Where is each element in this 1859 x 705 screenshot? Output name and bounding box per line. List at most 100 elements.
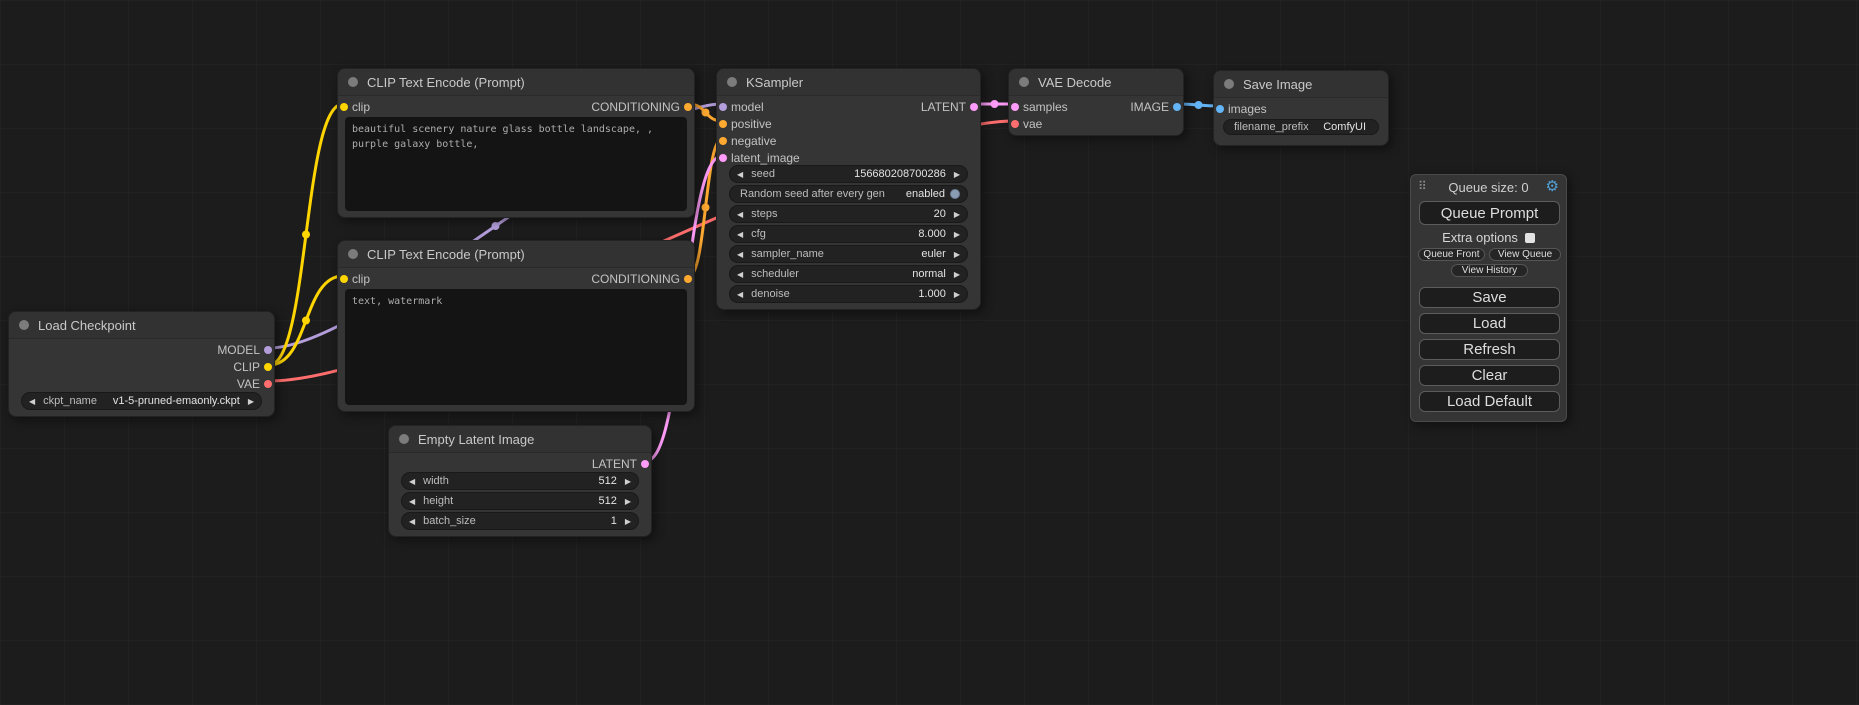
- increment-arrow-icon[interactable]: ▶: [625, 477, 631, 486]
- decrement-arrow-icon[interactable]: ◀: [737, 210, 743, 219]
- queue-front-button[interactable]: Queue Front: [1418, 248, 1485, 261]
- increment-arrow-icon[interactable]: ▶: [954, 270, 960, 279]
- refresh-button[interactable]: Refresh: [1419, 339, 1560, 360]
- widget-cfg[interactable]: ◀ cfg 8.000 ▶: [729, 225, 968, 243]
- node-clip-text-encode-negative[interactable]: CLIP Text Encode (Prompt) clip CONDITION…: [337, 240, 695, 412]
- output-dot-conditioning[interactable]: [684, 103, 692, 111]
- widget-sampler-name[interactable]: ◀ sampler_name euler ▶: [729, 245, 968, 263]
- view-history-button[interactable]: View History: [1451, 264, 1528, 277]
- widget-ckpt-name[interactable]: ◀ ckpt_name v1-5-pruned-emaonly.ckpt ▶: [21, 392, 262, 410]
- node-title-bar[interactable]: Load Checkpoint: [9, 312, 274, 339]
- output-dot-clip[interactable]: [264, 363, 272, 371]
- output-dot-latent[interactable]: [641, 460, 649, 468]
- widget-width[interactable]: ◀ width 512 ▶: [401, 472, 639, 490]
- input-dot-positive[interactable]: [719, 120, 727, 128]
- widget-filename-prefix[interactable]: filename_prefix ComfyUI: [1223, 119, 1379, 135]
- widget-label: filename_prefix: [1234, 121, 1309, 133]
- widget-value: 156680208700286: [854, 168, 946, 180]
- collapse-dot-icon[interactable]: [1224, 79, 1234, 89]
- slot-row: samples IMAGE: [1009, 98, 1183, 115]
- increment-arrow-icon[interactable]: ▶: [625, 517, 631, 526]
- widget-steps[interactable]: ◀ steps 20 ▶: [729, 205, 968, 223]
- input-dot-clip[interactable]: [340, 275, 348, 283]
- clear-button[interactable]: Clear: [1419, 365, 1560, 386]
- drag-handle-icon[interactable]: ⠿: [1418, 179, 1427, 193]
- decrement-arrow-icon[interactable]: ◀: [409, 477, 415, 486]
- collapse-dot-icon[interactable]: [348, 249, 358, 259]
- load-button[interactable]: Load: [1419, 313, 1560, 334]
- node-title-bar[interactable]: CLIP Text Encode (Prompt): [338, 241, 694, 268]
- node-title-bar[interactable]: KSampler: [717, 69, 980, 96]
- input-dot-model[interactable]: [719, 103, 727, 111]
- decrement-arrow-icon[interactable]: ◀: [29, 397, 35, 406]
- increment-arrow-icon[interactable]: ▶: [954, 230, 960, 239]
- collapse-dot-icon[interactable]: [727, 77, 737, 87]
- decrement-arrow-icon[interactable]: ◀: [737, 290, 743, 299]
- input-dot-negative[interactable]: [719, 137, 727, 145]
- widget-value: 8.000: [918, 228, 946, 240]
- load-default-button[interactable]: Load Default: [1419, 391, 1560, 412]
- widget-height[interactable]: ◀ height 512 ▶: [401, 492, 639, 510]
- input-slot-latent-image: latent_image: [717, 149, 980, 166]
- node-title-bar[interactable]: Empty Latent Image: [389, 426, 651, 453]
- input-dot-latent-image[interactable]: [719, 154, 727, 162]
- collapse-dot-icon[interactable]: [348, 77, 358, 87]
- output-slot-latent: LATENT: [389, 455, 651, 472]
- output-dot-vae[interactable]: [264, 380, 272, 388]
- slot-label: samples: [1023, 100, 1068, 114]
- input-dot-images[interactable]: [1216, 105, 1224, 113]
- widget-scheduler[interactable]: ◀ scheduler normal ▶: [729, 265, 968, 283]
- input-dot-samples[interactable]: [1011, 103, 1019, 111]
- increment-arrow-icon[interactable]: ▶: [625, 497, 631, 506]
- widget-label: Random seed after every gen: [740, 188, 885, 200]
- increment-arrow-icon[interactable]: ▶: [954, 250, 960, 259]
- widget-value: v1-5-pruned-emaonly.ckpt: [113, 395, 240, 407]
- node-load-checkpoint[interactable]: Load Checkpoint MODEL CLIP VAE ◀ ckpt_na…: [8, 311, 275, 417]
- extra-options-checkbox[interactable]: [1525, 233, 1535, 243]
- decrement-arrow-icon[interactable]: ◀: [737, 270, 743, 279]
- input-dot-clip[interactable]: [340, 103, 348, 111]
- decrement-arrow-icon[interactable]: ◀: [409, 517, 415, 526]
- widget-seed[interactable]: ◀ seed 156680208700286 ▶: [729, 165, 968, 183]
- node-clip-text-encode-positive[interactable]: CLIP Text Encode (Prompt) clip CONDITION…: [337, 68, 695, 218]
- output-dot-model[interactable]: [264, 346, 272, 354]
- prompt-textarea[interactable]: text, watermark: [345, 289, 687, 405]
- output-dot-conditioning[interactable]: [684, 275, 692, 283]
- output-dot-image[interactable]: [1173, 103, 1181, 111]
- node-title-bar[interactable]: VAE Decode: [1009, 69, 1183, 96]
- widget-value: 20: [934, 208, 946, 220]
- comfyui-menu-panel: ⠿ Queue size: 0 ⚙ Queue Prompt Extra opt…: [1410, 174, 1567, 422]
- prompt-textarea[interactable]: beautiful scenery nature glass bottle la…: [345, 117, 687, 211]
- increment-arrow-icon[interactable]: ▶: [954, 210, 960, 219]
- input-dot-vae[interactable]: [1011, 120, 1019, 128]
- decrement-arrow-icon[interactable]: ◀: [737, 250, 743, 259]
- settings-gear-icon[interactable]: ⚙: [1546, 177, 1559, 195]
- slot-label: positive: [731, 117, 772, 131]
- decrement-arrow-icon[interactable]: ◀: [409, 497, 415, 506]
- increment-arrow-icon[interactable]: ▶: [248, 397, 254, 406]
- queue-prompt-button[interactable]: Queue Prompt: [1419, 201, 1560, 225]
- view-queue-button[interactable]: View Queue: [1489, 248, 1561, 261]
- node-save-image[interactable]: Save Image images filename_prefix ComfyU…: [1213, 70, 1389, 146]
- collapse-dot-icon[interactable]: [399, 434, 409, 444]
- node-vae-decode[interactable]: VAE Decode samples IMAGE vae: [1008, 68, 1184, 136]
- save-button[interactable]: Save: [1419, 287, 1560, 308]
- collapse-dot-icon[interactable]: [1019, 77, 1029, 87]
- increment-arrow-icon[interactable]: ▶: [954, 290, 960, 299]
- increment-arrow-icon[interactable]: ▶: [954, 170, 960, 179]
- decrement-arrow-icon[interactable]: ◀: [737, 170, 743, 179]
- toggle-knob-icon[interactable]: [950, 189, 960, 199]
- widget-label: cfg: [751, 228, 766, 240]
- widget-random-seed-toggle[interactable]: Random seed after every gen enabled: [729, 185, 968, 203]
- widget-batch-size[interactable]: ◀ batch_size 1 ▶: [401, 512, 639, 530]
- decrement-arrow-icon[interactable]: ◀: [737, 230, 743, 239]
- slot-label: MODEL: [217, 343, 260, 357]
- node-empty-latent-image[interactable]: Empty Latent Image LATENT ◀ width 512 ▶ …: [388, 425, 652, 537]
- slot-label: LATENT: [921, 100, 966, 114]
- node-title-bar[interactable]: Save Image: [1214, 71, 1388, 98]
- collapse-dot-icon[interactable]: [19, 320, 29, 330]
- node-ksampler[interactable]: KSampler model LATENT positive negative …: [716, 68, 981, 310]
- widget-denoise[interactable]: ◀ denoise 1.000 ▶: [729, 285, 968, 303]
- output-dot-latent[interactable]: [970, 103, 978, 111]
- node-title-bar[interactable]: CLIP Text Encode (Prompt): [338, 69, 694, 96]
